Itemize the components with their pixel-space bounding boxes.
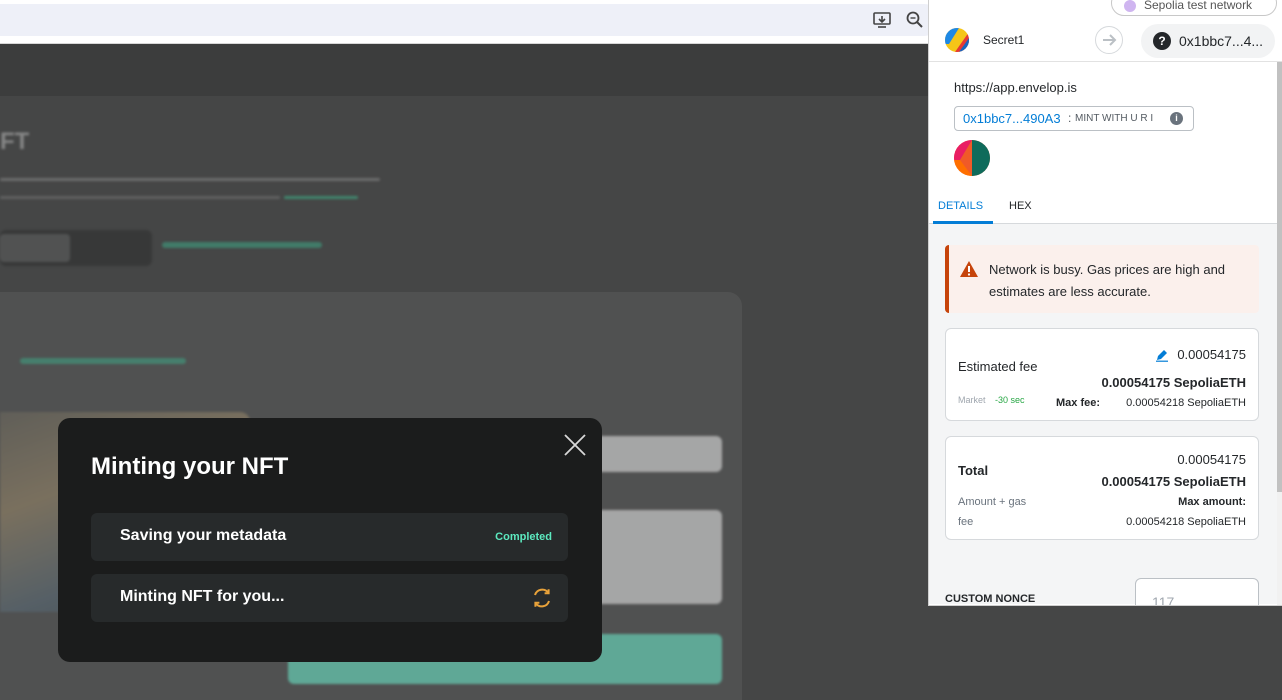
max-fee-label: Max fee: bbox=[1056, 397, 1101, 409]
install-icon[interactable] bbox=[872, 10, 892, 30]
question-icon: ? bbox=[1153, 32, 1171, 50]
status-badge: Completed bbox=[495, 531, 552, 543]
step-label: Saving your metadata bbox=[120, 527, 287, 544]
custom-nonce-input[interactable]: 117 bbox=[1135, 578, 1259, 606]
ai-nft-link bbox=[20, 358, 186, 364]
total-label: Total bbox=[958, 463, 989, 478]
account-row: Secret1 ? 0x1bbc7...4... bbox=[929, 20, 1282, 62]
market-label[interactable]: Market bbox=[958, 395, 986, 405]
edit-pencil-icon[interactable] bbox=[1155, 348, 1169, 362]
page-title: FT bbox=[0, 128, 30, 155]
tab-bar: DETAILS HEX bbox=[929, 190, 1282, 224]
zoom-icon[interactable] bbox=[905, 10, 925, 30]
step-saving-metadata: Saving your metadata Completed bbox=[91, 513, 568, 561]
estimated-fee-box: Estimated fee 0.00054175 0.00054175 Sepo… bbox=[945, 328, 1259, 421]
page-description-line bbox=[0, 196, 280, 199]
custom-nonce-label: CUSTOM NONCE bbox=[945, 593, 1036, 605]
tab-hex[interactable]: HEX bbox=[1009, 200, 1032, 212]
advanced-mode-link bbox=[162, 242, 322, 248]
minting-modal: Minting your NFT Saving your metadata Co… bbox=[58, 418, 602, 662]
warning-text: Network is busy. Gas prices are high and… bbox=[989, 262, 1226, 299]
network-busy-warning: Network is busy. Gas prices are high and… bbox=[945, 245, 1259, 313]
nonce-placeholder: 117 bbox=[1152, 594, 1175, 606]
network-selector[interactable]: Sepolia test network bbox=[1111, 0, 1277, 16]
page-description-link bbox=[284, 196, 358, 199]
page-description bbox=[0, 178, 380, 181]
recipient-badge[interactable]: ? 0x1bbc7...4... bbox=[1141, 24, 1275, 58]
fee-label: Estimated fee bbox=[958, 359, 1038, 374]
step-label: Minting NFT for you... bbox=[120, 588, 285, 605]
recipient-address: 0x1bbc7...4... bbox=[1179, 33, 1264, 49]
arrow-right-icon bbox=[1095, 26, 1123, 54]
contract-address-link[interactable]: 0x1bbc7...490A3 bbox=[963, 111, 1061, 126]
scrollbar[interactable] bbox=[1277, 62, 1282, 605]
contract-method: 0x1bbc7...490A3 : MINT WITH U R I i bbox=[954, 106, 1194, 131]
warning-icon bbox=[959, 260, 979, 278]
fee-fiat-value: 0.00054175 bbox=[1177, 347, 1246, 362]
active-tab-indicator bbox=[933, 221, 993, 224]
loading-spinner-icon bbox=[530, 586, 554, 610]
fee-eth-value: 0.00054175 SepoliaETH bbox=[1101, 375, 1246, 390]
close-icon[interactable] bbox=[562, 432, 588, 458]
tab-details[interactable]: DETAILS bbox=[938, 200, 983, 212]
amount-gas-label: Amount + gas bbox=[958, 496, 1027, 508]
site-origin: https://app.envelop.is bbox=[954, 80, 1077, 95]
mode-toggle bbox=[0, 230, 152, 266]
max-fee-value: 0.00054218 SepoliaETH bbox=[1126, 397, 1246, 409]
amount-gas-label-fee: fee bbox=[958, 516, 974, 528]
total-fiat-value: 0.00054175 bbox=[1177, 452, 1246, 467]
contract-identicon-icon bbox=[954, 140, 990, 176]
max-amount-label: Max amount: bbox=[1178, 496, 1246, 508]
network-name: Sepolia test network bbox=[1144, 0, 1253, 12]
total-eth-value: 0.00054175 SepoliaETH bbox=[1101, 474, 1246, 489]
address-bar[interactable] bbox=[0, 4, 940, 36]
step-minting-nft: Minting NFT for you... bbox=[91, 574, 568, 622]
scrollbar-thumb[interactable] bbox=[1277, 62, 1282, 492]
network-dot-icon bbox=[1124, 0, 1136, 12]
metamask-popup: Sepolia test network Secret1 ? 0x1bbc7..… bbox=[928, 0, 1282, 606]
info-icon[interactable]: i bbox=[1170, 112, 1183, 125]
market-time: -30 sec bbox=[995, 395, 1025, 405]
modal-title: Minting your NFT bbox=[91, 453, 289, 480]
account-name: Secret1 bbox=[983, 33, 1025, 47]
account-avatar-icon bbox=[945, 28, 969, 52]
method-separator: : bbox=[1068, 111, 1072, 125]
total-box: Total 0.00054175 0.00054175 SepoliaETH A… bbox=[945, 436, 1259, 540]
mode-toggle-active bbox=[0, 234, 70, 262]
method-name: MINT WITH U R I bbox=[1075, 113, 1154, 124]
max-amount-value: 0.00054218 SepoliaETH bbox=[1126, 516, 1246, 528]
